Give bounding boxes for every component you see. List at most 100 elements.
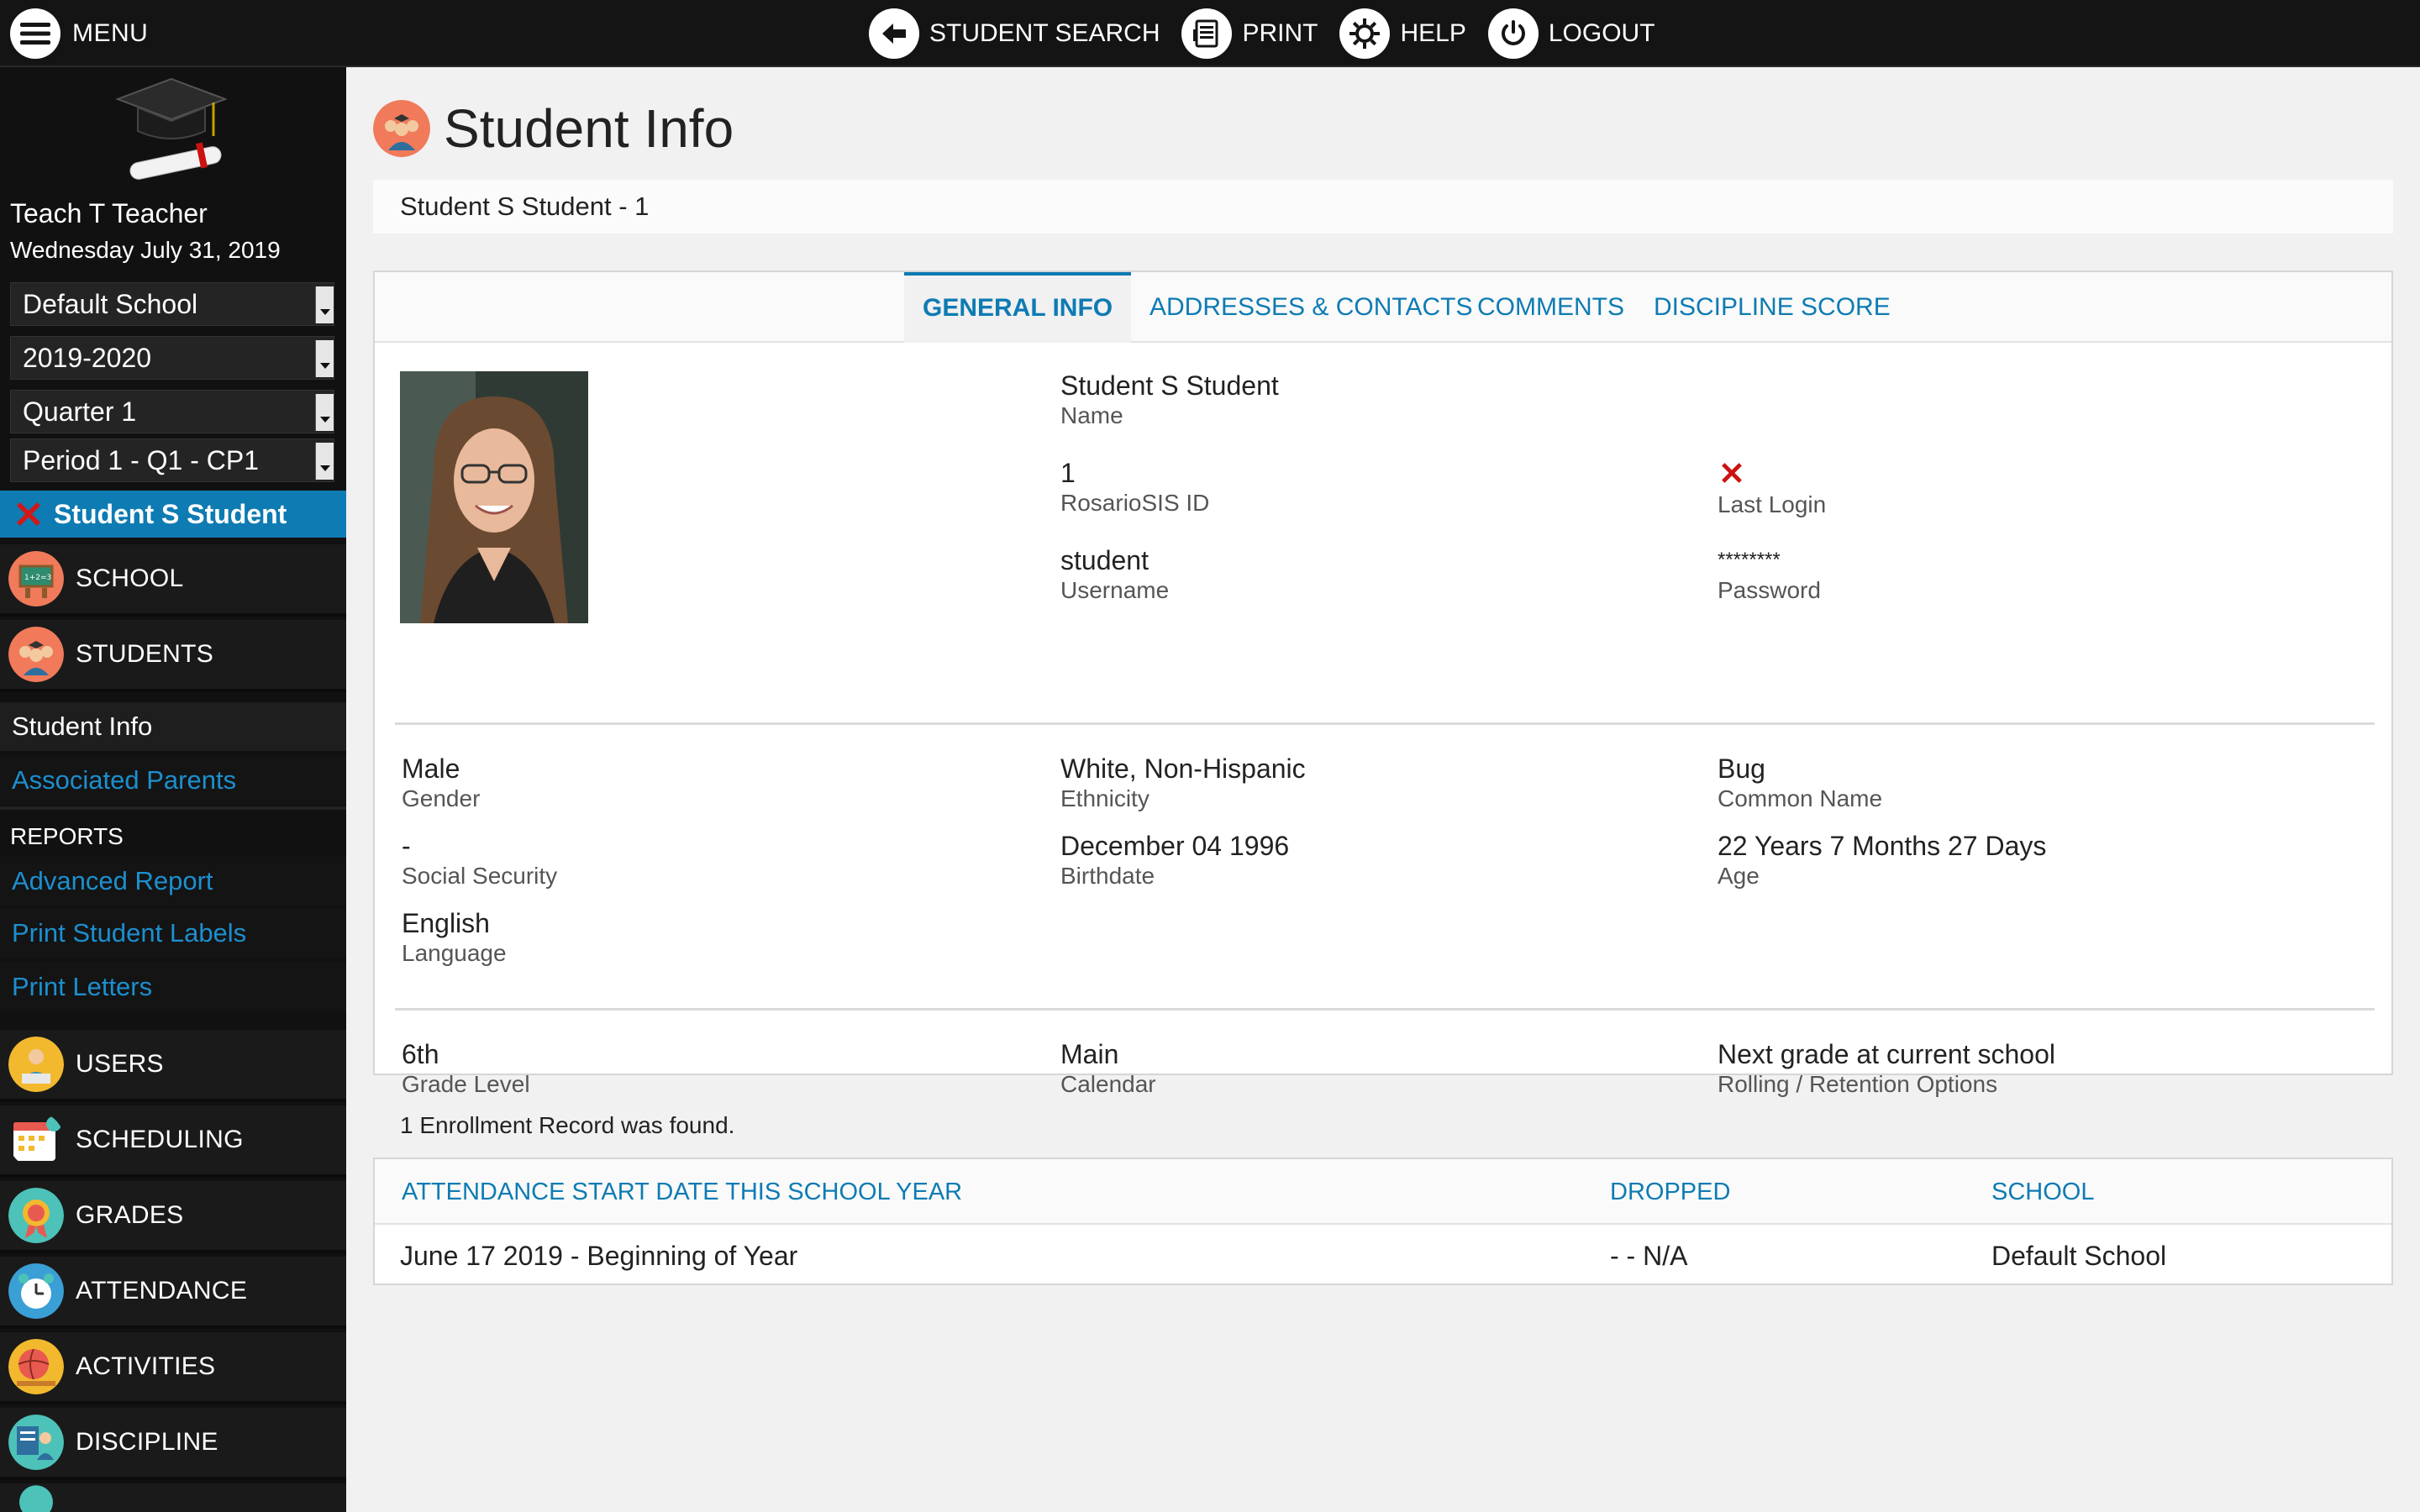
rolling-retention-label: Rolling / Retention Options — [1718, 1071, 1998, 1097]
grade-level-label: Grade Level — [402, 1071, 530, 1097]
school-select-value: Default School — [23, 289, 198, 319]
menu-item-scheduling[interactable]: SCHEDULING — [0, 1105, 346, 1178]
student-info-panel: GENERAL INFO ADDRESSES & CONTACTS COMMEN… — [373, 270, 2393, 1097]
current-date: Wednesday July 31, 2019 — [10, 237, 281, 263]
hamburger-icon — [10, 8, 60, 59]
column-header-school[interactable]: SCHOOL — [1991, 1159, 2094, 1225]
menu-button[interactable]: MENU — [10, 7, 148, 60]
menu-label-students: STUDENTS — [76, 640, 214, 668]
social-security-label: Social Security — [402, 863, 558, 889]
field-social-security: - Social Security — [402, 830, 557, 890]
cell-school: Default School — [1991, 1241, 2167, 1271]
school-icon: 1+2=3 — [8, 551, 64, 606]
current-student-row[interactable]: Student S Student — [0, 491, 346, 538]
menu-item-school[interactable]: 1+2=3 SCHOOL — [0, 544, 346, 617]
enrollment-table: ATTENDANCE START DATE THIS SCHOOL YEAR D… — [373, 1158, 2393, 1285]
print-button[interactable]: PRINT — [1181, 8, 1318, 59]
top-nav: STUDENT SEARCH PRINT HELP LOGOUT — [869, 7, 1677, 60]
social-security-value: - — [402, 831, 411, 861]
column-header-dropped[interactable]: DROPPED — [1610, 1159, 1730, 1225]
current-student-name: Student S Student — [54, 498, 287, 529]
dropdown-arrow-icon — [315, 286, 334, 323]
school-year-select[interactable]: 2019-2020 — [10, 336, 334, 380]
rosariosis-id-value: 1 — [1060, 458, 1076, 488]
field-rosariosis-id: 1 RosarioSIS ID — [1060, 457, 1209, 517]
school-select[interactable]: Default School — [10, 282, 334, 326]
username-value: student — [1060, 545, 1149, 575]
section-divider — [395, 722, 2375, 725]
field-gender: Male Gender — [402, 753, 480, 813]
help-button[interactable]: HELP — [1339, 8, 1466, 59]
submenu-associated-parents[interactable]: Associated Parents — [0, 756, 346, 805]
print-label: PRINT — [1242, 19, 1318, 47]
page-title: Student Info — [444, 98, 734, 159]
print-icon — [1181, 8, 1233, 59]
student-search-label: STUDENT SEARCH — [929, 19, 1160, 47]
top-bar: MENU STUDENT SEARCH PRINT HELP LOGOUT — [0, 0, 2420, 67]
last-login-x-icon — [1718, 459, 1826, 491]
tab-comments[interactable]: COMMENTS — [1459, 272, 1643, 343]
common-name-label: Common Name — [1718, 785, 1883, 811]
help-gear-icon — [1339, 8, 1391, 59]
menu-item-students[interactable]: STUDENTS — [0, 620, 346, 692]
users-icon — [8, 1037, 64, 1092]
submenu-student-info[interactable]: Student Info — [0, 702, 346, 751]
menu-item-discipline[interactable]: DISCIPLINE — [0, 1408, 346, 1480]
gender-value: Male — [402, 753, 460, 784]
field-common-name: Bug Common Name — [1718, 753, 1882, 813]
partial-menu-icon — [19, 1485, 53, 1512]
menu-item-users[interactable]: USERS — [0, 1030, 346, 1102]
column-header-start-date[interactable]: ATTENDANCE START DATE THIS SCHOOL YEAR — [402, 1159, 962, 1225]
common-name-value: Bug — [1718, 753, 1765, 784]
user-name: Teach T Teacher — [10, 198, 208, 228]
field-name: Student S Student Name — [1060, 370, 1279, 430]
sidebar: Teach T Teacher Wednesday July 31, 2019 … — [0, 67, 346, 1512]
period-value: Period 1 - Q1 - CP1 — [23, 445, 259, 475]
submenu-print-letters[interactable]: Print Letters — [0, 963, 346, 1011]
quarter-value: Quarter 1 — [23, 396, 137, 427]
age-value: 22 Years 7 Months 27 Days — [1718, 831, 2047, 861]
submenu-print-student-labels[interactable]: Print Student Labels — [0, 909, 346, 958]
quarter-select[interactable]: Quarter 1 — [10, 390, 334, 433]
dropdown-arrow-icon — [315, 443, 334, 480]
field-grade-level: 6th Grade Level — [402, 1038, 530, 1099]
name-value: Student S Student — [1060, 370, 1279, 401]
menu-item-partial[interactable] — [0, 1483, 346, 1512]
reports-header: REPORTS — [0, 806, 346, 864]
language-label: Language — [402, 940, 507, 966]
field-calendar: Main Calendar — [1060, 1038, 1156, 1099]
back-arrow-icon — [869, 8, 919, 59]
ethnicity-value: White, Non-Hispanic — [1060, 753, 1306, 784]
tab-discipline-score[interactable]: DISCIPLINE SCORE — [1635, 272, 1909, 343]
dropdown-arrow-icon — [315, 394, 334, 431]
ethnicity-label: Ethnicity — [1060, 785, 1150, 811]
menu-label-scheduling: SCHEDULING — [76, 1126, 244, 1153]
remove-x-icon[interactable] — [12, 497, 45, 531]
section-divider — [395, 1008, 2375, 1011]
graduation-cap-logo — [113, 74, 230, 185]
power-icon — [1487, 8, 1539, 59]
field-ethnicity: White, Non-Hispanic Ethnicity — [1060, 753, 1306, 813]
menu-label-attendance: ATTENDANCE — [76, 1277, 248, 1305]
menu-label-grades: GRADES — [76, 1201, 184, 1229]
logout-button[interactable]: LOGOUT — [1487, 8, 1655, 59]
tab-general-info[interactable]: GENERAL INFO — [904, 272, 1132, 343]
student-search-button[interactable]: STUDENT SEARCH — [869, 8, 1160, 59]
birthdate-label: Birthdate — [1060, 863, 1155, 889]
menu-label-activities: ACTIVITIES — [76, 1352, 216, 1380]
username-label: Username — [1060, 577, 1170, 603]
svg-text:1+2=3: 1+2=3 — [24, 574, 51, 582]
logout-label: LOGOUT — [1548, 19, 1655, 47]
field-birthdate: December 04 1996 Birthdate — [1060, 830, 1289, 890]
submenu-advanced-report[interactable]: Advanced Report — [0, 857, 346, 906]
menu-item-activities[interactable]: ACTIVITIES — [0, 1332, 346, 1404]
menu-item-attendance[interactable]: ATTENDANCE — [0, 1257, 346, 1329]
menu-label-users: USERS — [76, 1050, 164, 1078]
tab-addresses-contacts[interactable]: ADDRESSES & CONTACTS — [1131, 272, 1491, 343]
last-login-label: Last Login — [1718, 491, 1827, 517]
field-username: student Username — [1060, 544, 1169, 605]
period-select[interactable]: Period 1 - Q1 - CP1 — [10, 438, 334, 482]
language-value: English — [402, 908, 490, 938]
gender-label: Gender — [402, 785, 481, 811]
menu-item-grades[interactable]: GRADES — [0, 1181, 346, 1253]
